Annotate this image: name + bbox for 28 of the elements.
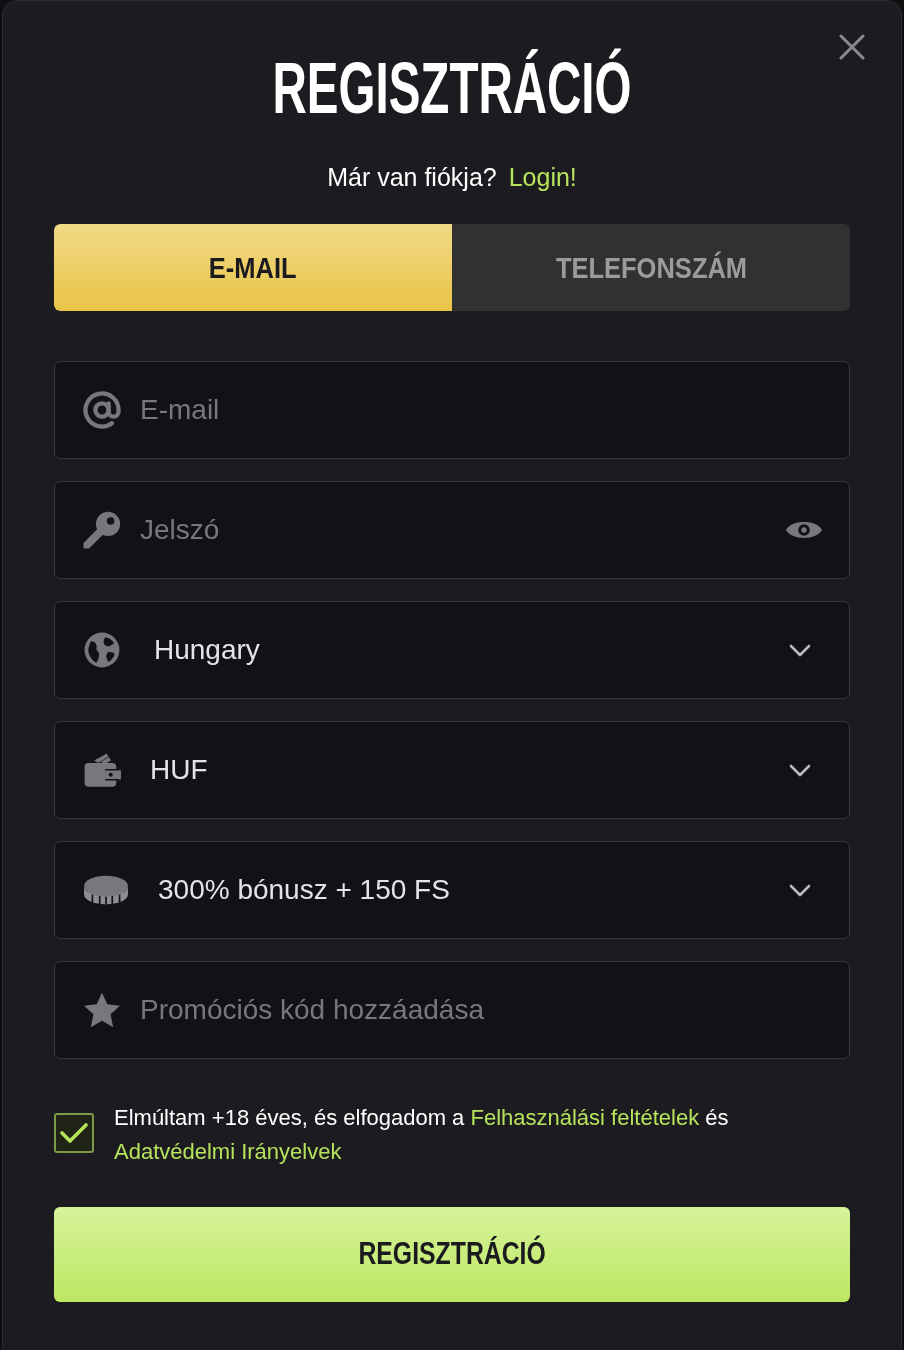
- agree-checkbox[interactable]: [54, 1113, 94, 1153]
- coin-icon: [83, 875, 129, 905]
- tab[interactable]: E-MAIL: [54, 224, 452, 311]
- currency-dropdown[interactable]: HUF: [54, 721, 850, 819]
- check-icon: [60, 1123, 88, 1143]
- password-field[interactable]: Jelszó: [54, 481, 850, 579]
- email-field[interactable]: E-mail: [54, 361, 850, 459]
- country-dropdown[interactable]: Hungary: [54, 601, 850, 699]
- privacy-link[interactable]: Adatvédelmi Irányelvek: [114, 1139, 342, 1164]
- star-icon: [83, 992, 121, 1028]
- chevron-down-icon: [789, 883, 811, 897]
- login-prompt-text: Már van fiókja?: [327, 162, 497, 192]
- eye-icon[interactable]: [786, 522, 822, 538]
- chevron-down-icon: [789, 643, 811, 657]
- tab[interactable]: TELEFONSZÁM: [452, 224, 850, 311]
- key-icon: [83, 511, 121, 549]
- close-button[interactable]: [839, 34, 865, 60]
- close-icon: [839, 34, 865, 60]
- login-link[interactable]: Login!: [508, 162, 577, 192]
- wallet-icon: [83, 752, 121, 788]
- bonus-dropdown[interactable]: 300% bónusz + 150 FS: [54, 841, 850, 939]
- promo-code-field[interactable]: Promóciós kód hozzáadása: [54, 961, 850, 1059]
- register-button[interactable]: REGISZTRÁCIÓ: [54, 1207, 850, 1302]
- at-sign-icon: [83, 391, 121, 429]
- chevron-down-icon: [789, 763, 811, 777]
- consent-text: Elmúltam +18 éves, és elfogadom a Felhasználási feltételek és Adatvédelmi Irányelvek: [114, 1104, 730, 1166]
- terms-link[interactable]: Felhasználási feltételek: [470, 1105, 700, 1130]
- globe-icon: [83, 631, 121, 669]
